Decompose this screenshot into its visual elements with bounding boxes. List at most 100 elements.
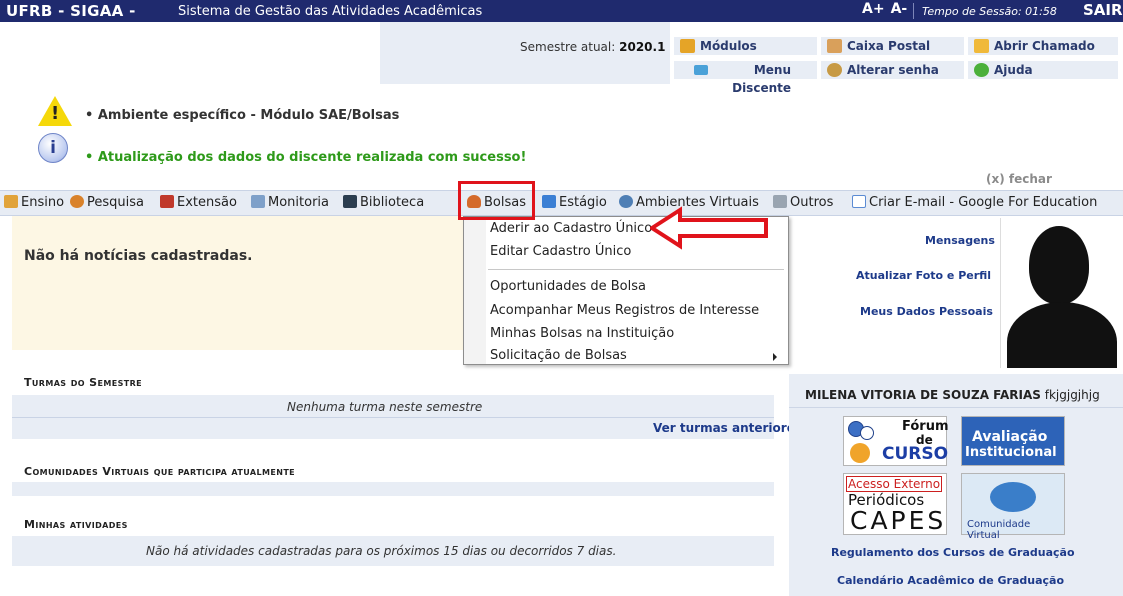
semester-label: Semestre atual: <box>520 40 616 54</box>
top-bar: UFRB - SIGAA - Sistema de Gestão das Ati… <box>0 0 1123 22</box>
modules-label: Módulos <box>700 39 757 53</box>
menu-biblioteca[interactable]: Biblioteca <box>343 195 424 210</box>
help-button[interactable]: Ajuda <box>967 60 1119 80</box>
success-message: • Atualização dos dados do discente real… <box>85 150 527 165</box>
student-menu-button[interactable]: Menu Discente <box>673 60 818 95</box>
student-name-text: MILENA VITORIA DE SOUZA FARIAS <box>805 388 1041 402</box>
news-empty-message: Não há notícias cadastradas. <box>24 248 253 264</box>
capes-external-access-label: Acesso Externo <box>846 476 943 492</box>
menu-criar-email[interactable]: Criar E-mail - Google For Education <box>852 195 1097 210</box>
menu-pesquisa[interactable]: Pesquisa <box>70 195 144 210</box>
student-menu-icon <box>694 65 708 75</box>
atividades-empty-message: Não há atividades cadastradas para os pr… <box>146 544 617 558</box>
personal-data-link[interactable]: Meus Dados Pessoais <box>860 305 993 318</box>
section-title-atividades: Minhas atividades <box>24 518 128 531</box>
forum-label: Fórum <box>902 419 949 434</box>
menu-outros[interactable]: Outros <box>773 195 833 210</box>
help-icon <box>974 63 989 77</box>
dropdown-item-oportunidades[interactable]: Oportunidades de Bolsa <box>490 279 646 294</box>
key-icon <box>827 63 842 77</box>
avatar-head <box>1029 226 1089 304</box>
menu-estagio-label: Estágio <box>559 195 607 210</box>
menu-ensino[interactable]: Ensino <box>4 195 64 210</box>
menu-ensino-label: Ensino <box>21 195 65 210</box>
open-ticket-label: Abrir Chamado <box>994 39 1095 53</box>
turmas-empty-message: Nenhuma turma neste semestre <box>287 400 483 414</box>
avaliacao-label-2: Institucional <box>965 445 1057 460</box>
font-size-controls: A+ A- <box>862 1 913 17</box>
forum-curso-banner[interactable]: Fórum de CURSO <box>843 416 949 466</box>
student-menu-label: Menu Discente <box>732 63 791 95</box>
comunidade-virtual-label: Comunidade Virtual <box>967 519 1031 541</box>
dropdown-item-aderir-cadastro[interactable]: Aderir ao Cadastro Único <box>490 221 652 236</box>
header-left <box>0 22 380 84</box>
news-panel <box>12 216 463 350</box>
capes-label: CAPES <box>850 506 947 535</box>
monitor-icon <box>251 195 265 208</box>
topbar-divider <box>913 3 914 19</box>
mailbox-icon <box>827 39 842 53</box>
community-icon <box>990 482 1036 512</box>
menu-estagio[interactable]: Estágio <box>542 195 607 210</box>
exclamation-bubble-icon <box>860 426 874 440</box>
menu-extensao[interactable]: Extensão <box>160 195 237 210</box>
logout-button[interactable]: SAIR <box>1083 1 1123 19</box>
id-card-icon <box>542 195 556 208</box>
ticket-icon <box>974 39 989 53</box>
flask-icon <box>70 195 84 208</box>
submenu-arrow-icon <box>773 353 777 361</box>
modules-button[interactable]: Módulos <box>673 36 818 56</box>
library-icon <box>343 195 357 208</box>
warning-icon <box>38 96 72 126</box>
change-password-label: Alterar senha <box>847 63 939 77</box>
student-divider <box>789 407 1123 408</box>
system-brand: UFRB - SIGAA - <box>6 2 136 20</box>
semester-value: 2020.1 <box>619 40 666 54</box>
menu-pesquisa-label: Pesquisa <box>87 195 144 210</box>
dropdown-separator <box>488 269 784 270</box>
avaliacao-label-1: Avaliação <box>972 429 1048 445</box>
previous-classes-link[interactable]: Ver turmas anteriores <box>653 421 802 435</box>
messages-link[interactable]: Mensagens <box>925 234 995 247</box>
avatar-body <box>1007 302 1117 368</box>
people-icon <box>850 443 870 463</box>
change-password-button[interactable]: Alterar senha <box>820 60 965 80</box>
dropdown-item-editar-cadastro[interactable]: Editar Cadastro Único <box>490 244 631 259</box>
comunidade-virtual-banner[interactable]: Comunidade Virtual <box>961 473 1065 541</box>
books-icon <box>4 195 18 208</box>
capes-periodicos-banner[interactable]: Acesso Externo Periódicos CAPES <box>843 473 947 535</box>
menu-biblioteca-label: Biblioteca <box>360 195 425 210</box>
dropdown-item-minhas-bolsas[interactable]: Minhas Bolsas na Instituição <box>490 326 674 341</box>
info-icon: i <box>38 133 68 163</box>
menu-extensao-label: Extensão <box>177 195 237 210</box>
modules-icon <box>680 39 695 53</box>
student-name: MILENA VITORIA DE SOUZA FARIAS fkjgjgjhj… <box>805 388 1100 402</box>
font-decrease-button[interactable]: A- <box>891 1 908 17</box>
menu-monitoria-label: Monitoria <box>268 195 329 210</box>
people-icon <box>619 195 633 208</box>
dropdown-icon-strip <box>464 217 486 364</box>
profile-photo <box>1000 218 1123 368</box>
dropdown-item-acompanhar-registros[interactable]: Acompanhar Meus Registros de Interesse <box>490 303 759 318</box>
envelope-icon <box>852 195 866 208</box>
mailbox-button[interactable]: Caixa Postal <box>820 36 965 56</box>
font-increase-button[interactable]: A+ <box>862 1 885 17</box>
mailbox-label: Caixa Postal <box>847 39 931 53</box>
menu-monitoria[interactable]: Monitoria <box>251 195 329 210</box>
menu-email-label: Criar E-mail - Google For Education <box>869 195 1098 210</box>
section-title-comunidades: Comunidades Virtuais que participa atual… <box>24 465 296 478</box>
heart-icon <box>160 195 174 208</box>
regulamento-link[interactable]: Regulamento dos Cursos de Graduação <box>831 546 1075 559</box>
gears-icon <box>773 195 787 208</box>
avaliacao-institucional-banner[interactable]: Avaliação Institucional <box>961 416 1065 466</box>
calendario-link[interactable]: Calendário Acadêmico de Graduação <box>837 574 1064 587</box>
help-label: Ajuda <box>994 63 1033 77</box>
forum-curso-label: CURSO <box>882 444 949 464</box>
section-title-turmas: Turmas do Semestre <box>24 376 143 389</box>
system-subtitle: Sistema de Gestão das Atividades Acadêmi… <box>178 4 483 19</box>
session-timer: Tempo de Sessão: 01:58 <box>922 5 1057 18</box>
bolsas-highlight-box <box>458 181 535 220</box>
open-ticket-button[interactable]: Abrir Chamado <box>967 36 1119 56</box>
dropdown-item-solicitacao[interactable]: Solicitação de Bolsas <box>490 348 627 363</box>
update-photo-link[interactable]: Atualizar Foto e Perfil <box>856 269 991 282</box>
